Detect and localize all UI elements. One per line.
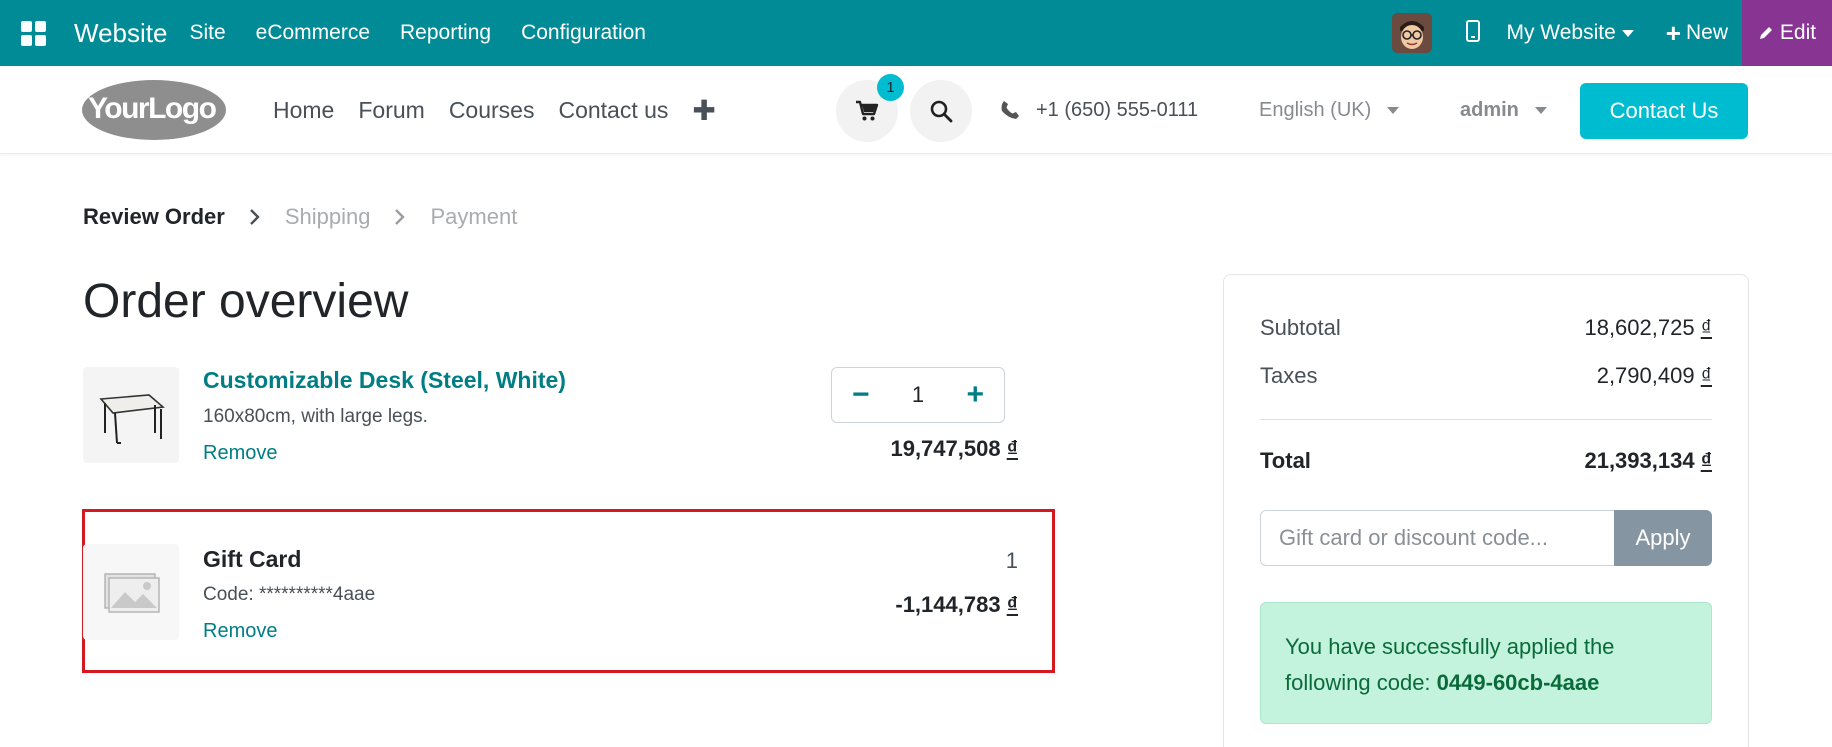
subtotal-row: Subtotal 18,602,725 ₫ — [1260, 315, 1712, 341]
product-description: 160x80cm, with large legs. — [203, 406, 428, 427]
edit-button-label: Edit — [1779, 21, 1817, 44]
avatar-face-icon — [1392, 13, 1433, 53]
nav-home[interactable]: Home — [273, 97, 334, 124]
total-amount: 21,393,134 — [1584, 448, 1695, 473]
menu-configuration[interactable]: Configuration — [521, 21, 646, 45]
desk-image-icon — [99, 394, 165, 444]
user-name: admin — [1460, 98, 1519, 121]
order-line: Customizable Desk (Steel, White) 160x80c… — [83, 366, 1035, 476]
language-selector[interactable]: English (UK) — [1259, 66, 1400, 154]
search-button[interactable] — [910, 80, 972, 142]
mobile-preview-icon[interactable] — [1466, 19, 1481, 47]
wizard-step-shipping: Shipping — [284, 204, 371, 229]
wizard-step-review-order[interactable]: Review Order — [83, 204, 225, 230]
admin-navbar-right: My Website + New Edit — [1392, 0, 1832, 66]
chevron-right-icon — [249, 208, 261, 226]
plus-icon: + — [1665, 18, 1681, 48]
caret-down-icon — [1534, 106, 1547, 114]
site-logo[interactable]: YourLogo — [82, 80, 226, 140]
menu-site[interactable]: Site — [189, 21, 225, 45]
currency-symbol: ₫ — [1006, 436, 1018, 461]
add-menu-plus-icon[interactable]: ✚ — [692, 94, 715, 127]
remove-link[interactable]: Remove — [203, 620, 277, 643]
applied-code: 0449-60cb-4aae — [1436, 670, 1600, 695]
menu-ecommerce[interactable]: eCommerce — [256, 21, 370, 45]
nav-forum[interactable]: Forum — [358, 97, 424, 124]
plus-icon[interactable]: + — [966, 380, 984, 410]
product-thumbnail[interactable] — [83, 544, 179, 640]
taxes-label: Taxes — [1260, 363, 1318, 388]
promo-code-form: Apply — [1260, 510, 1712, 566]
quantity-stepper: − 1 + — [831, 367, 1005, 423]
caret-down-icon — [1621, 29, 1634, 37]
page-title: Order overview — [83, 275, 409, 328]
new-button-label: New — [1685, 21, 1728, 44]
currency-symbol: ₫ — [1700, 363, 1712, 388]
user-menu[interactable]: admin — [1460, 66, 1547, 154]
currency-symbol: ₫ — [1700, 315, 1712, 340]
cart-count-badge: 1 — [877, 74, 904, 101]
order-line: Gift Card Code: **********4aae Remove 1 … — [83, 544, 1035, 654]
phone-number: +1 (650) 555-0111 — [1036, 98, 1199, 121]
taxes-value: 2,790,409 ₫ — [1597, 363, 1712, 389]
menu-reporting[interactable]: Reporting — [400, 21, 491, 45]
apps-grid-icon — [20, 20, 46, 46]
quantity-value[interactable]: 1 — [912, 382, 924, 408]
line-price-amount: -1,144,783 — [895, 592, 1001, 617]
taxes-row: Taxes 2,790,409 ₫ — [1260, 363, 1712, 389]
apps-menu-button[interactable] — [0, 0, 66, 66]
phone-icon — [1001, 101, 1019, 119]
success-alert: You have successfully applied the follow… — [1260, 602, 1712, 724]
website-switcher[interactable]: My Website — [1506, 21, 1634, 45]
main-nav: Home Forum Courses Contact us ✚ — [273, 66, 716, 154]
product-name: Gift Card — [203, 546, 302, 572]
product-thumbnail[interactable] — [83, 367, 179, 463]
subtotal-label: Subtotal — [1260, 315, 1341, 340]
language-label: English (UK) — [1259, 98, 1372, 121]
apply-button[interactable]: Apply — [1614, 510, 1712, 566]
currency-symbol: ₫ — [1700, 448, 1712, 473]
taxes-amount: 2,790,409 — [1596, 363, 1695, 388]
cart-button[interactable]: 1 — [836, 74, 904, 142]
placeholder-image-icon — [104, 573, 160, 613]
subtotal-value: 18,602,725 ₫ — [1584, 315, 1712, 341]
wizard-step-payment: Payment — [430, 204, 518, 229]
website-header: YourLogo Home Forum Courses Contact us ✚… — [0, 66, 1832, 154]
search-icon — [930, 100, 953, 123]
edit-button[interactable]: Edit — [1742, 0, 1832, 66]
nav-contact-us[interactable]: Contact us — [558, 97, 668, 124]
remove-link[interactable]: Remove — [203, 442, 277, 465]
currency-symbol: ₫ — [1006, 592, 1018, 617]
line-price: -1,144,783 ₫ — [895, 592, 1018, 618]
line-price-amount: 19,747,508 — [890, 436, 1001, 461]
app-brand[interactable]: Website — [74, 18, 167, 49]
order-summary: Subtotal 18,602,725 ₫ Taxes 2,790,409 ₫ … — [1223, 274, 1749, 747]
quantity-value: 1 — [1005, 548, 1018, 573]
summary-divider — [1260, 419, 1712, 420]
caret-down-icon — [1387, 106, 1400, 114]
logo-text: YourLogo — [88, 92, 217, 125]
website-switcher-label: My Website — [1506, 21, 1616, 44]
total-row: Total 21,393,134 ₫ — [1260, 448, 1712, 474]
product-name-link[interactable]: Customizable Desk (Steel, White) — [203, 367, 566, 394]
subtotal-amount: 18,602,725 — [1584, 315, 1695, 340]
pencil-icon — [1759, 27, 1772, 39]
cart-icon — [856, 100, 879, 121]
nav-courses[interactable]: Courses — [449, 97, 535, 124]
new-button[interactable]: + New — [1666, 20, 1728, 46]
contact-us-button[interactable]: Contact Us — [1580, 83, 1748, 139]
header-phone[interactable]: +1 (650) 555-0111 — [1000, 66, 1198, 154]
line-price: 19,747,508 ₫ — [890, 436, 1018, 462]
avatar[interactable] — [1392, 13, 1433, 53]
admin-navbar: Website Site eCommerce Reporting Configu… — [0, 0, 1832, 66]
promo-code-input[interactable] — [1260, 510, 1614, 566]
chevron-right-icon — [394, 208, 406, 226]
checkout-wizard: Review Order Shipping Payment — [83, 204, 517, 230]
total-value: 21,393,134 ₫ — [1584, 448, 1712, 474]
gift-card-code: Code: **********4aae — [203, 584, 376, 605]
minus-icon[interactable]: − — [852, 380, 870, 410]
total-label: Total — [1260, 448, 1311, 473]
